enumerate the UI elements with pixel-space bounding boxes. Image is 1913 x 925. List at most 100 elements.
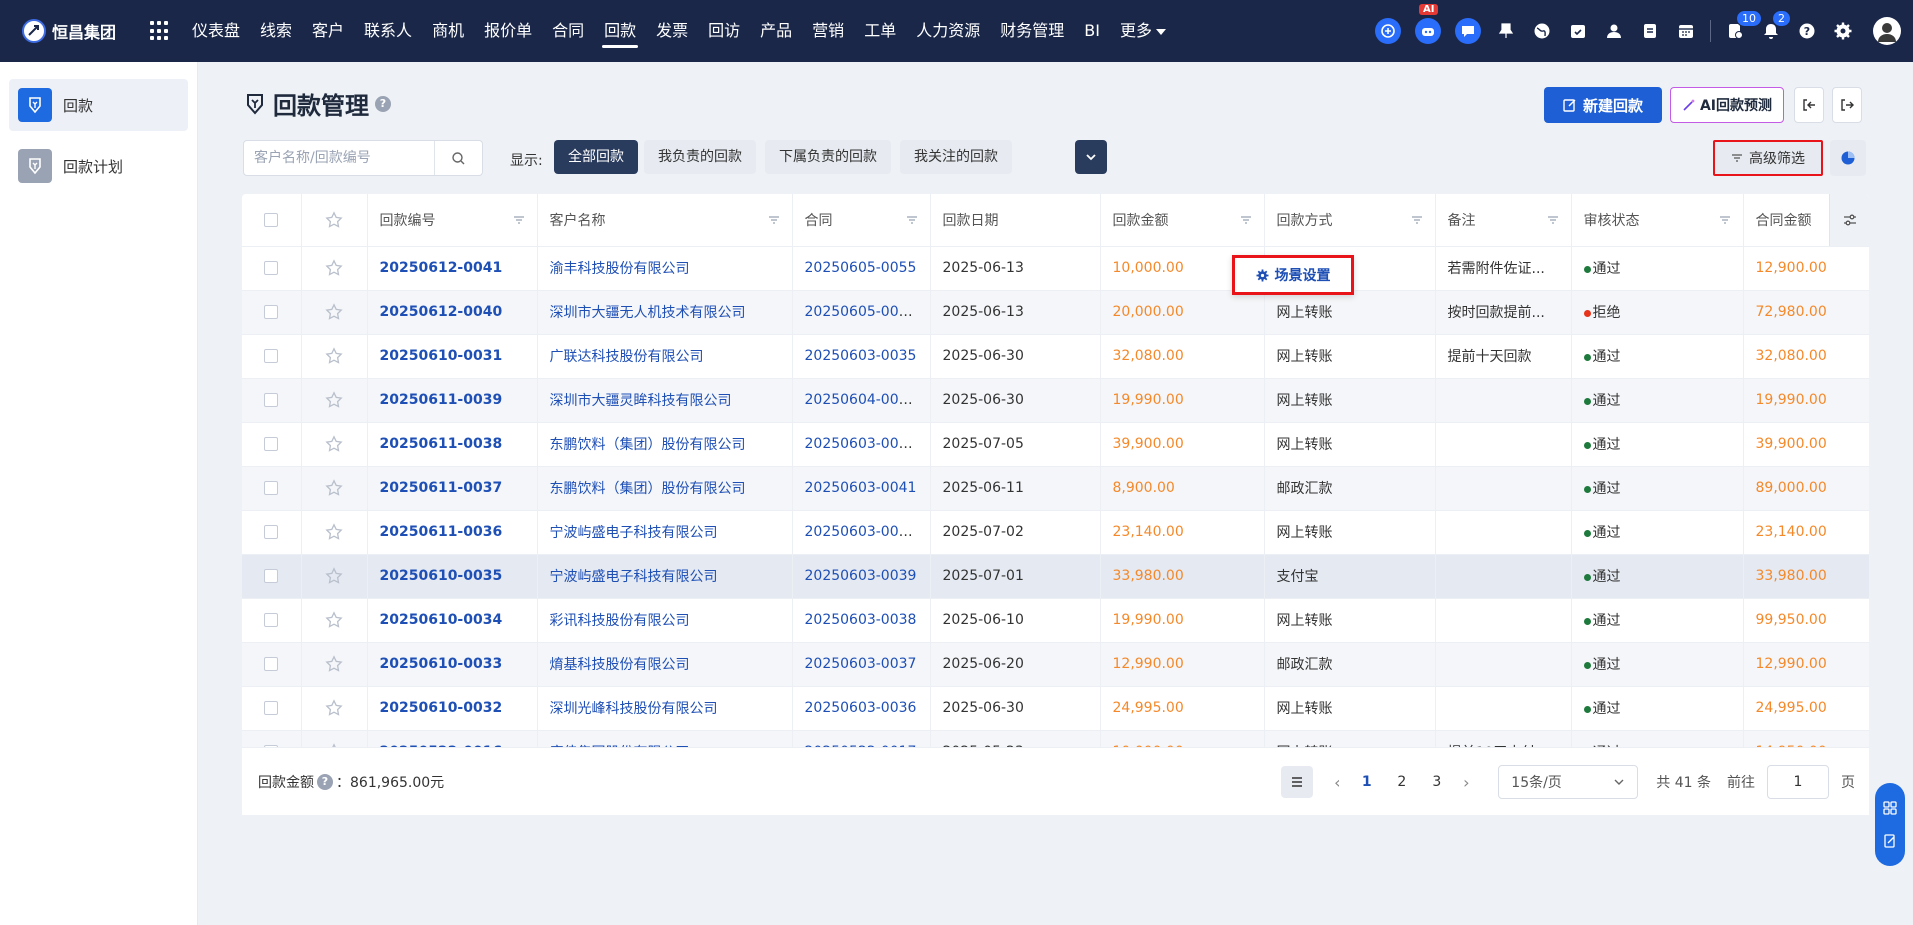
apps-grid-icon[interactable] (150, 21, 170, 41)
table-row[interactable]: 20250611-0039 深圳市大疆灵眸科技有限公司 20250604-0043.… (242, 378, 1869, 423)
nav-item[interactable]: 工单 (854, 0, 906, 62)
scene-tab-subordinate[interactable]: 下属负责的回款 (765, 140, 891, 174)
bell-icon[interactable]: 2 (1760, 10, 1791, 42)
contract-link[interactable]: 20250603-0035 (805, 348, 917, 364)
avatar[interactable] (1873, 17, 1901, 45)
column-filter-icon[interactable] (1719, 214, 1731, 226)
column-filter-icon[interactable] (1240, 214, 1252, 226)
payment-number-link[interactable]: 20250611-0038 (380, 436, 503, 452)
contract-link[interactable]: 20250603-0040... (805, 524, 930, 540)
star-icon[interactable] (325, 611, 343, 629)
payment-number-cell[interactable]: 20250611-0037 (367, 466, 538, 511)
new-payment-button[interactable]: 新建回款 (1544, 87, 1662, 123)
contract-link[interactable]: 20250605-0048... (805, 304, 930, 320)
contract-cell[interactable]: 20250603-0040... (792, 510, 931, 555)
star-icon[interactable] (325, 259, 343, 277)
customer-cell[interactable]: 宁波屿盛电子科技有限公司 (537, 554, 793, 599)
nav-item[interactable]: 仪表盘 (182, 0, 250, 62)
nav-item[interactable]: 线索 (250, 0, 302, 62)
nav-more-menu[interactable]: 更多 (1110, 0, 1176, 62)
chart-view-button[interactable] (1830, 140, 1866, 176)
nav-item[interactable]: 产品 (750, 0, 802, 62)
payment-number-link[interactable]: 20250611-0039 (380, 392, 503, 408)
payment-number-cell[interactable]: 20250611-0038 (367, 422, 538, 467)
customer-cell[interactable]: 广联达科技股份有限公司 (537, 334, 793, 379)
column-header[interactable]: 客户名称 (537, 194, 793, 247)
row-star[interactable] (301, 466, 368, 511)
search-button[interactable] (434, 141, 482, 175)
contract-cell[interactable]: 20250603-0042... (792, 422, 931, 467)
row-checkbox[interactable] (242, 378, 302, 423)
grid-icon[interactable] (1883, 801, 1897, 815)
list-mode-button[interactable] (1281, 766, 1314, 798)
star-icon[interactable] (325, 479, 343, 497)
star-icon[interactable] (325, 347, 343, 365)
payment-number-cell[interactable]: 20250611-0039 (367, 378, 538, 423)
contract-cell[interactable]: 20250603-0038 (792, 598, 931, 643)
payment-number-cell[interactable]: 20250610-0035 (367, 554, 538, 599)
star-icon[interactable] (325, 567, 343, 585)
payment-number-cell[interactable]: 20250610-0031 (367, 334, 538, 379)
customer-cell[interactable]: 深圳市大疆灵眸科技有限公司 (537, 378, 793, 423)
column-header[interactable]: 回款编号 (367, 194, 538, 247)
payment-number-link[interactable]: 20250611-0036 (380, 524, 503, 540)
chat-icon[interactable] (1455, 18, 1481, 44)
customer-link[interactable]: 焴基科技股份有限公司 (550, 657, 690, 673)
scene-tab-mine[interactable]: 我负责的回款 (644, 140, 756, 174)
customer-cell[interactable]: 宁波屿盛电子科技有限公司 (537, 510, 793, 555)
column-header[interactable]: 回款日期 (930, 194, 1101, 247)
scene-tab-followed[interactable]: 我关注的回款 (900, 140, 1012, 174)
column-header[interactable]: 回款方式 (1264, 194, 1436, 247)
star-icon[interactable] (325, 699, 343, 717)
nav-item[interactable]: 合同 (542, 0, 594, 62)
customer-link[interactable]: 深圳光峰科技股份有限公司 (550, 701, 718, 717)
table-row[interactable]: 20250522-0016康佳集团股份有限公司20250522-00172025… (242, 730, 1869, 747)
sidebar-item-payment-plan[interactable]: 回款计划 (9, 140, 188, 192)
settings-gear-icon[interactable] (1832, 20, 1854, 42)
customer-link[interactable]: 宁波屿盛电子科技有限公司 (550, 569, 718, 585)
customer-cell[interactable]: 东鹏饮料（集团）股份有限公司 (537, 422, 793, 467)
payment-number-cell[interactable]: 20250610-0032 (367, 686, 538, 731)
customer-cell[interactable]: 深圳光峰科技股份有限公司 (537, 686, 793, 731)
task-icon[interactable]: 10 (1724, 10, 1762, 42)
column-header[interactable]: 备注 (1435, 194, 1572, 247)
customer-cell[interactable]: 焴基科技股份有限公司 (537, 642, 793, 687)
payment-number-cell[interactable]: 20250610-0034 (367, 598, 538, 643)
contract-link[interactable]: 20250604-0043... (805, 392, 930, 408)
payment-number-link[interactable]: 20250610-0033 (380, 656, 503, 672)
star-icon[interactable] (325, 435, 343, 453)
scene-dropdown-button[interactable] (1075, 140, 1107, 174)
nav-item[interactable]: 报价单 (474, 0, 542, 62)
table-row[interactable]: 20250610-0034 彩讯科技股份有限公司 20250603-0038 2025… (242, 598, 1869, 643)
row-checkbox[interactable] (242, 290, 302, 335)
row-checkbox[interactable] (242, 246, 302, 291)
table-row[interactable]: 20250611-0037 东鹏饮料（集团）股份有限公司 20250603-0041… (242, 466, 1869, 511)
customer-cell[interactable]: 深圳市大疆无人机技术有限公司 (537, 290, 793, 335)
payment-number-link[interactable]: 20250610-0032 (380, 700, 503, 716)
column-filter-icon[interactable] (1411, 214, 1423, 226)
contract-link[interactable]: 20250603-0042... (805, 436, 930, 452)
contract-cell[interactable]: 20250603-0039 (792, 554, 931, 599)
sum-help-icon[interactable]: ? (317, 773, 333, 790)
contract-cell[interactable]: 20250604-0043... (792, 378, 931, 423)
customer-link[interactable]: 广联达科技股份有限公司 (550, 349, 704, 365)
page-size-select[interactable]: 15条/页 (1498, 765, 1639, 799)
nav-item[interactable]: BI (1074, 0, 1110, 62)
search-input[interactable] (244, 141, 434, 175)
contract-cell[interactable]: 20250605-0055 (792, 246, 931, 291)
help-icon[interactable]: ? (1796, 20, 1818, 42)
star-icon[interactable] (325, 391, 343, 409)
user-icon[interactable] (1603, 20, 1625, 42)
scene-tab-all[interactable]: 全部回款 (554, 140, 638, 174)
table-row[interactable]: 20250610-0035 宁波屿盛电子科技有限公司 20250603-0039 20… (242, 554, 1869, 599)
sidebar-item-payment[interactable]: 回款 (9, 79, 188, 131)
add-circle-icon[interactable] (1375, 18, 1401, 44)
row-star[interactable] (301, 290, 368, 335)
payment-number-link[interactable]: 20250612-0040 (380, 304, 503, 320)
payment-number-link[interactable]: 20250610-0035 (380, 568, 503, 584)
pin-icon[interactable] (1495, 20, 1517, 42)
row-star[interactable] (301, 510, 368, 555)
column-filter-icon[interactable] (513, 214, 525, 226)
row-star[interactable] (301, 730, 368, 747)
star-icon[interactable] (325, 523, 343, 541)
